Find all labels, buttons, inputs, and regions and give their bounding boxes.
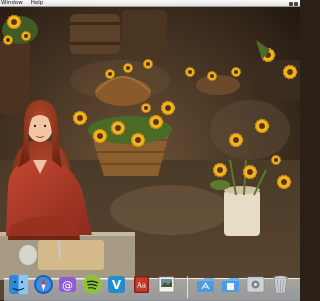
dictionary-icon[interactable]: Aa bbox=[131, 274, 152, 295]
menu-help[interactable]: Help bbox=[31, 0, 44, 6]
svg-text:V: V bbox=[112, 278, 122, 292]
menu-extras bbox=[289, 0, 298, 7]
spotify-icon[interactable] bbox=[82, 274, 103, 295]
menu-window[interactable]: Window bbox=[1, 0, 23, 6]
vine-icon[interactable]: V bbox=[106, 274, 127, 295]
mail-icon[interactable]: @ bbox=[57, 274, 78, 295]
safari-icon[interactable] bbox=[33, 274, 54, 295]
preview-icon[interactable] bbox=[156, 274, 177, 295]
svg-text:Aa: Aa bbox=[136, 282, 146, 290]
desktop-wallpaper bbox=[0, 0, 300, 300]
system-preferences-icon[interactable] bbox=[245, 274, 266, 295]
applications-folder-icon[interactable] bbox=[195, 274, 216, 295]
trash-icon[interactable] bbox=[270, 274, 291, 295]
documents-folder-icon[interactable] bbox=[220, 274, 241, 295]
finder-icon[interactable] bbox=[8, 274, 29, 295]
status-icon[interactable] bbox=[289, 1, 293, 6]
svg-text:@: @ bbox=[62, 279, 73, 292]
dock-separator bbox=[187, 276, 188, 298]
status-icon[interactable] bbox=[294, 1, 298, 6]
menu-bar: Window Help bbox=[0, 0, 300, 7]
